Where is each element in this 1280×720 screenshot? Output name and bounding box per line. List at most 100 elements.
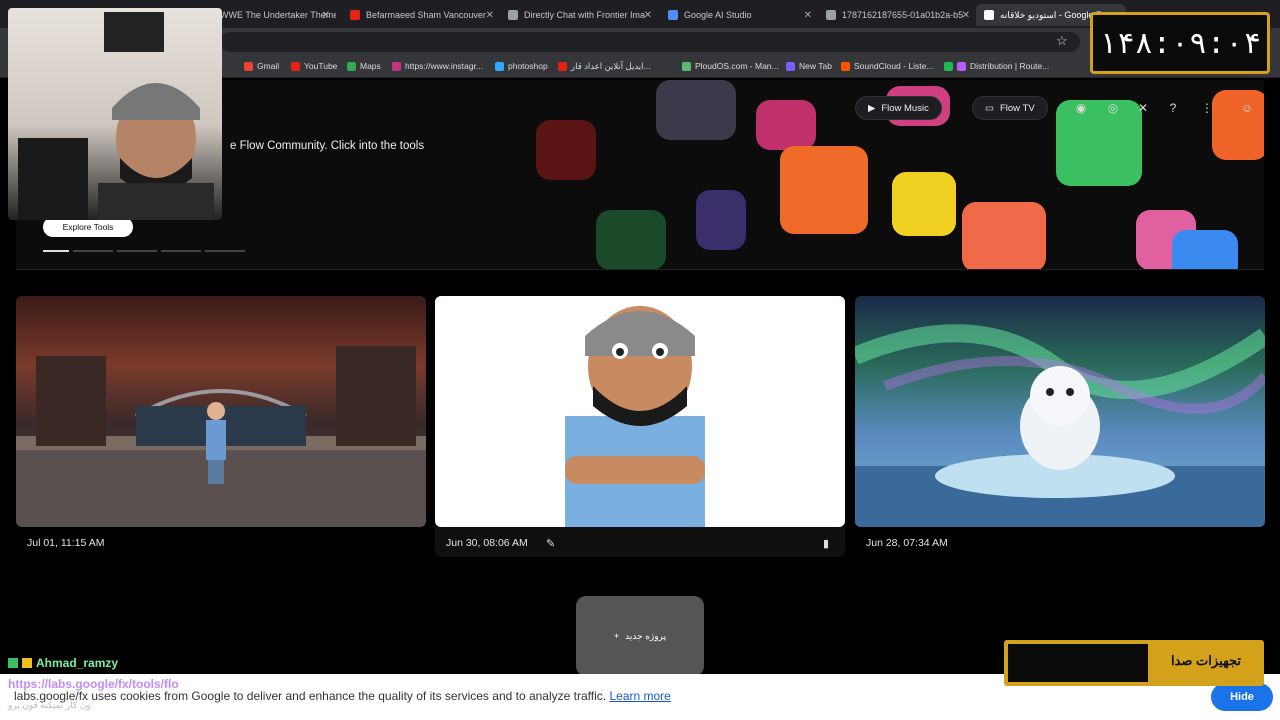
tab-title: Befarmaeed Sham Vancouver [366, 10, 486, 20]
close-icon[interactable]: ✕ [962, 10, 970, 21]
more-menu-icon[interactable]: ⋮ [1198, 99, 1216, 117]
bookmark-label: YouTube [304, 61, 338, 71]
project-date: Jun 28, 07:34 AM [866, 537, 948, 549]
browser-tab[interactable]: Google AI Studio ✕ [660, 4, 818, 26]
flow-tv-label: Flow TV [999, 102, 1035, 114]
carousel-dot-active[interactable] [43, 250, 69, 252]
decorative-tile [596, 210, 666, 269]
plus-icon: + [613, 631, 620, 641]
decorative-tile [536, 120, 596, 180]
project-thumbnail-avatar[interactable] [435, 296, 845, 527]
browser-tab[interactable]: Directly Chat with Frontier Ima ✕ [500, 4, 658, 26]
learn-more-link[interactable]: Learn more [609, 689, 670, 703]
project-date: Jun 30, 08:06 AM [446, 537, 528, 549]
bookmark-photoshop[interactable]: photoshop [495, 61, 548, 71]
newtab-icon [786, 61, 795, 71]
avatar[interactable]: ☺ [1238, 99, 1256, 117]
chat-message: https://labs.google/fx/tools/flo [8, 677, 179, 691]
instagram-icon[interactable]: ◎ [1104, 99, 1122, 117]
browser-tab[interactable]: Befarmaeed Sham Vancouver ✕ [342, 4, 500, 26]
photoshop-icon [495, 61, 504, 71]
chat-badge-icon [22, 658, 32, 668]
flow-tv-button[interactable]: ▭ Flow TV [972, 96, 1048, 120]
tab-title: 1787162187655-01a01b2a-b5 [842, 10, 964, 20]
hero-subtitle: e Flow Community. Click into the tools [230, 140, 425, 152]
url-input[interactable] [220, 32, 1080, 52]
bookmark-persian[interactable]: ایدیل آنلاین اعداد قار... [558, 61, 651, 72]
bookmark-soundcloud[interactable]: SoundCloud - Liste... [841, 61, 933, 71]
bookmark-label: Gmail [257, 61, 280, 71]
tab-title: Directly Chat with Frontier Ima [524, 10, 646, 20]
decorative-tile [756, 100, 816, 150]
decorative-tile [1056, 100, 1142, 186]
instagram-icon [392, 61, 401, 71]
carousel-indicator [43, 250, 245, 252]
delete-icon[interactable]: ▮ [823, 537, 829, 550]
chat-badge-icon [8, 658, 18, 668]
city-scene-image [16, 346, 426, 527]
bookmark-youtube[interactable]: YouTube [291, 61, 337, 71]
flow-music-button[interactable]: ▶ Flow Music [855, 96, 942, 120]
tab-title: WWE The Undertaker Theme S [220, 10, 336, 20]
chat-username: Ahmad_ramzy [8, 656, 118, 670]
project-date: Jul 01, 11:15 AM [27, 537, 105, 549]
chat-message-sub: ون کار نمیکنه فون پرو [8, 700, 91, 710]
bookmark-gmail[interactable]: Gmail [244, 61, 279, 71]
cookie-text: labs.google/fx uses cookies from Google … [14, 689, 607, 703]
tv-icon: ▭ [985, 102, 994, 114]
bookmark-distribution[interactable]: Distribution | Route... [944, 61, 1049, 71]
edit-icon[interactable]: ✎ [546, 537, 555, 550]
new-project-button[interactable]: + پروژه جدید [576, 596, 704, 676]
bookmark-label: https://www.instagr... [405, 61, 483, 71]
page-icon [508, 10, 518, 20]
bookmark-label: ایدیل آنلاین اعداد قار... [571, 61, 651, 71]
bookmark-maps[interactable]: Maps [347, 61, 381, 71]
distribution-icon [957, 61, 966, 71]
decorative-tile [780, 146, 868, 234]
chat-username-text: Ahmad_ramzy [36, 656, 119, 670]
hide-cookie-button[interactable]: Hide [1211, 683, 1273, 711]
decorative-tile [696, 190, 746, 250]
audio-device-label: تجهیزات صدا [1170, 653, 1242, 668]
youtube-icon [350, 10, 360, 20]
youtube-icon [291, 61, 300, 71]
bookmark-instagram[interactable]: https://www.instagr... [392, 61, 483, 71]
gmail-icon [244, 61, 253, 71]
x-icon[interactable]: ✕ [1134, 99, 1152, 117]
bookmark-star-icon[interactable]: ☆ [1056, 33, 1068, 49]
streamer-video [18, 12, 214, 220]
new-project-label: پروژه جدید [625, 630, 667, 641]
flow-tv-nav: ▭ Flow TV [972, 96, 1048, 120]
bookmark-label: Maps [360, 61, 381, 71]
bookmark-newtab[interactable]: New Tab [786, 61, 832, 71]
close-icon[interactable]: ✕ [644, 10, 652, 21]
cookie-message: labs.google/fx uses cookies from Google … [14, 689, 671, 703]
decorative-tile [962, 202, 1046, 269]
flow-music-label: Flow Music [881, 102, 929, 114]
close-icon[interactable]: ✕ [486, 10, 494, 21]
globe-icon [826, 10, 836, 20]
carousel-dot[interactable] [205, 250, 245, 252]
discord-icon[interactable]: ◉ [1072, 99, 1090, 117]
carousel-dot[interactable] [73, 250, 113, 252]
soundcloud-icon [841, 61, 850, 71]
avatar-character-image [565, 306, 705, 527]
audio-meter [1008, 644, 1148, 682]
bookmark-label: SoundCloud - Liste... [854, 61, 934, 71]
carousel-dot[interactable] [117, 250, 157, 252]
close-icon[interactable]: ✕ [804, 10, 812, 21]
project-thumbnail-seal[interactable] [855, 296, 1265, 527]
close-icon[interactable]: ✕ [322, 10, 330, 21]
flow-music-nav: ▶ Flow Music [855, 96, 942, 120]
project-thumbnail-city[interactable] [16, 296, 426, 527]
carousel-dot[interactable] [161, 250, 201, 252]
bookmark-label: New Tab [799, 61, 832, 71]
bookmark-ploudos[interactable]: PloudOS.com - Man... [682, 61, 779, 71]
browser-tab[interactable]: 1787162187655-01a01b2a-b5 ✕ [818, 4, 976, 26]
seal-scene-image [855, 324, 1265, 527]
explore-tools-button[interactable]: Explore Tools [43, 217, 133, 237]
ai-studio-icon [668, 10, 678, 20]
ploudos-icon [682, 61, 691, 71]
help-icon[interactable]: ? [1164, 99, 1182, 117]
decorative-tile [1172, 230, 1238, 269]
